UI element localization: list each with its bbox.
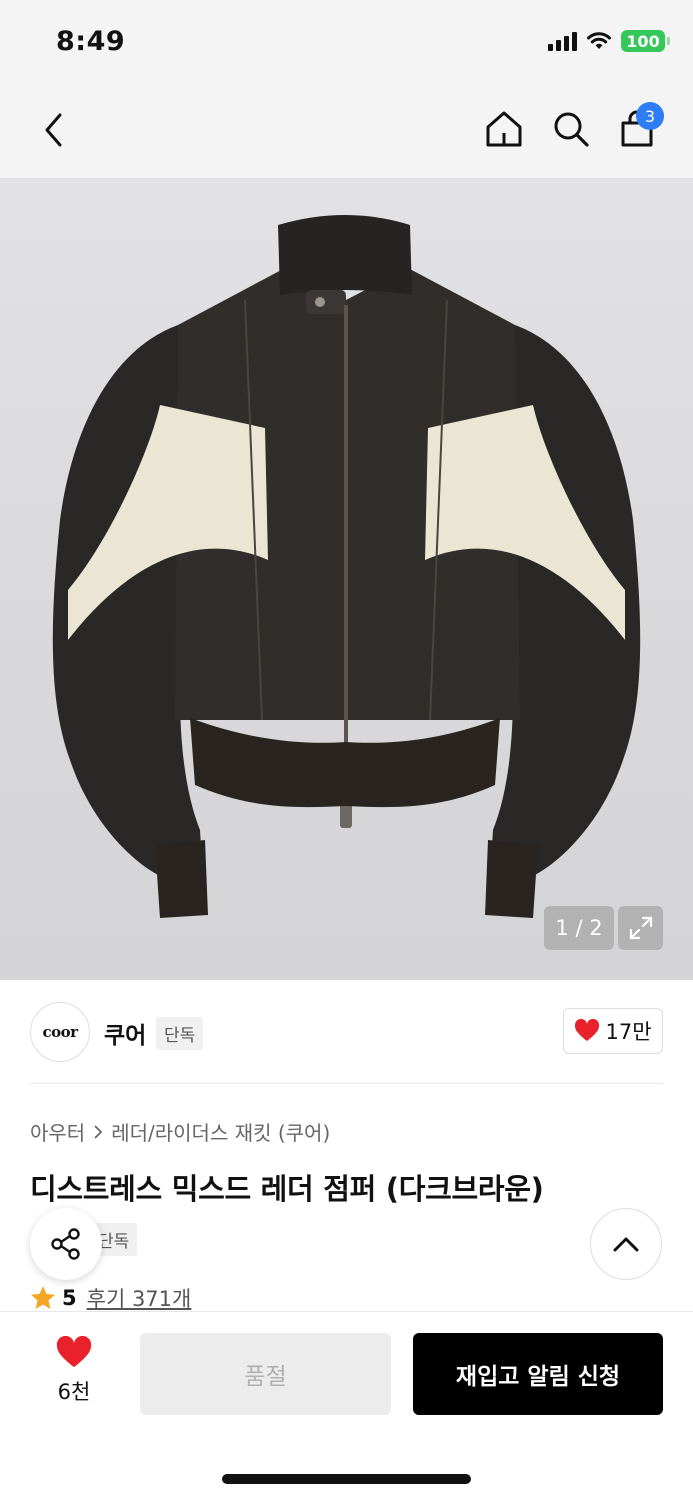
heart-icon — [575, 1019, 600, 1041]
wifi-icon — [587, 32, 611, 49]
restock-alert-button[interactable]: 재입고 알림 신청 — [413, 1333, 663, 1415]
home-button[interactable] — [481, 106, 527, 152]
brand-name[interactable]: 쿠어 — [104, 1016, 146, 1050]
cart-count-badge: 3 — [636, 102, 664, 130]
signal-icon — [548, 31, 577, 51]
wish-button[interactable]: 6천 — [40, 1336, 108, 1414]
divider — [30, 1083, 663, 1084]
battery-icon: 100 — [621, 30, 670, 52]
star-icon — [31, 1286, 55, 1309]
home-icon — [486, 111, 522, 147]
status-indicators: 100 — [548, 30, 670, 52]
home-indicator — [222, 1474, 471, 1484]
chevron-up-icon — [613, 1237, 639, 1252]
jacket-image — [52, 215, 641, 918]
breadcrumb-category[interactable]: 아우터 — [30, 1117, 85, 1146]
chevron-right-icon — [94, 1124, 103, 1139]
soldout-button[interactable]: 품절 — [140, 1333, 391, 1415]
back-icon — [45, 113, 62, 147]
search-button[interactable] — [548, 106, 594, 152]
rating-value: 5 — [62, 1286, 77, 1310]
brand-row: coor 쿠어 단독 17만 — [30, 1002, 663, 1062]
top-nav-bar: 3 — [0, 84, 693, 178]
share-button[interactable] — [30, 1208, 102, 1280]
breadcrumb-subcategory[interactable]: 레더/라이더스 재킷 (쿠어) — [111, 1117, 330, 1146]
brand-like-button[interactable]: 17만 — [563, 1008, 663, 1054]
product-image[interactable] — [0, 178, 693, 980]
breadcrumb: 아우터 레더/라이더스 재킷 (쿠어) — [30, 1117, 330, 1146]
wish-count: 6천 — [57, 1380, 91, 1404]
expand-image-button[interactable] — [618, 906, 663, 950]
scroll-to-top-button[interactable] — [590, 1208, 662, 1280]
status-bar: 8:49 100 — [0, 0, 693, 84]
image-counter: 1 / 2 — [544, 906, 614, 950]
search-icon — [554, 112, 589, 147]
brand-logo[interactable]: coor — [30, 1002, 90, 1062]
cart-button[interactable]: 3 — [614, 102, 664, 152]
back-button[interactable] — [32, 108, 76, 152]
status-time: 8:49 — [56, 26, 126, 57]
review-link[interactable]: 후기 371개 — [87, 1283, 192, 1313]
share-icon — [51, 1228, 80, 1260]
exclusive-badge: 단독 — [156, 1017, 204, 1050]
product-title: 디스트레스 믹스드 레더 점퍼 (다크브라운) — [30, 1172, 544, 1206]
rating-row: 5 후기 371개 — [30, 1283, 191, 1313]
heart-icon — [56, 1336, 92, 1368]
brand-like-count: 17만 — [605, 1020, 652, 1044]
expand-icon — [629, 916, 652, 940]
